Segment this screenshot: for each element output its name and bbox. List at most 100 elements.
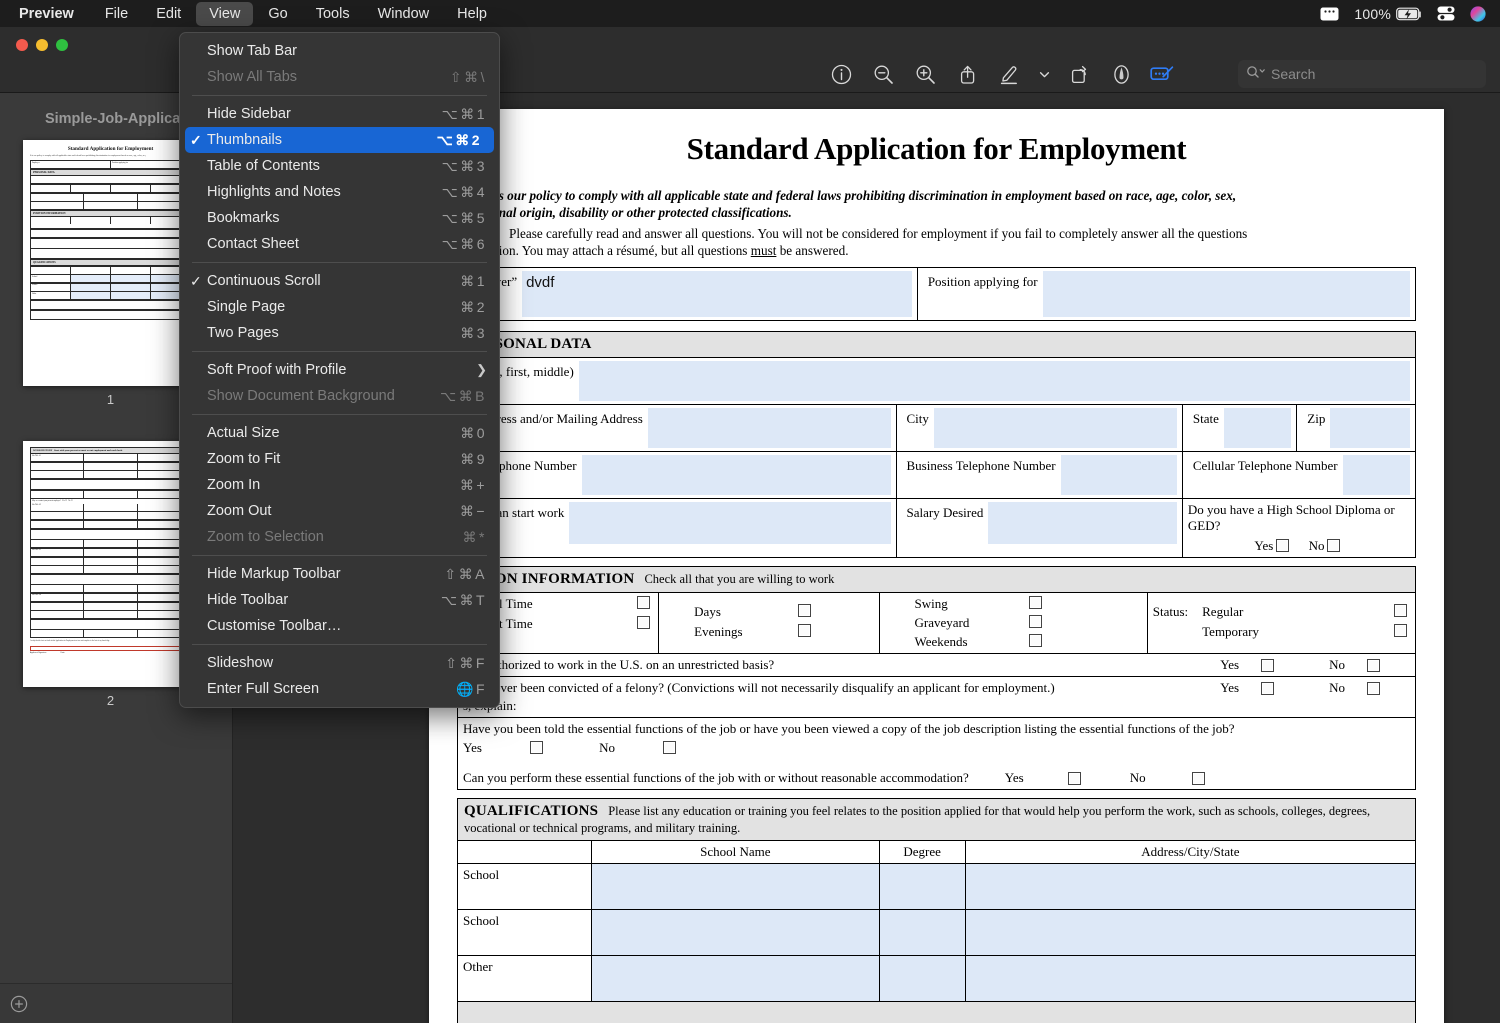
business-phone-field[interactable] (1061, 455, 1177, 495)
menu-item-hide-markup-toolbar[interactable]: Hide Markup Toolbar⇧⌘A (180, 561, 499, 587)
felony-no-checkbox[interactable] (1367, 682, 1380, 695)
menu-item-table-of-contents[interactable]: Table of Contents⌥⌘3 (180, 153, 499, 179)
menubar-item-edit[interactable]: Edit (143, 2, 194, 26)
city-field[interactable] (934, 408, 1177, 448)
employer-field[interactable]: dvdf (522, 271, 912, 317)
close-button[interactable] (16, 39, 28, 51)
qual-row-1-address[interactable] (965, 910, 1415, 956)
position-cell[interactable]: Position applying for (917, 268, 1415, 321)
chevron-down-icon[interactable] (1030, 58, 1058, 90)
days-checkbox[interactable] (798, 604, 811, 617)
menubar-item-file[interactable]: File (92, 2, 141, 26)
menu-item-show-tab-bar[interactable]: Show Tab Bar (180, 38, 499, 64)
salary-cell[interactable]: Salary Desired (896, 499, 1182, 558)
essential-q1-no-checkbox[interactable] (663, 741, 676, 754)
menu-item-customise-toolbar[interactable]: Customise Toolbar… (180, 613, 499, 639)
add-page-button[interactable] (6, 991, 32, 1017)
zip-cell[interactable]: Zip (1297, 405, 1416, 452)
state-field[interactable] (1224, 408, 1291, 448)
home-phone-field[interactable] (582, 455, 891, 495)
temporary-checkbox[interactable] (1394, 624, 1407, 637)
menu-item-slideshow[interactable]: Slideshow⇧⌘F (180, 650, 499, 676)
search-input[interactable]: Search (1238, 60, 1486, 88)
address-field[interactable] (648, 408, 891, 448)
thumbnail-item-1[interactable]: Standard Application for Employment It i… (23, 140, 198, 407)
thumbnail-page-2[interactable]: WORK HISTORY Start with your present or … (23, 441, 198, 687)
qual-row-0-address[interactable] (965, 864, 1415, 910)
control-center-icon[interactable] (1437, 6, 1455, 21)
markup-toolbar-icon[interactable] (1142, 58, 1184, 90)
diploma-yes-checkbox[interactable] (1276, 539, 1289, 552)
authorized-yes-checkbox[interactable] (1261, 659, 1274, 672)
name-field[interactable] (579, 361, 1410, 401)
evenings-checkbox[interactable] (798, 624, 811, 637)
menubar-item-window[interactable]: Window (365, 2, 443, 26)
qual-row-1-school-name[interactable] (592, 910, 879, 956)
qual-row-2-degree[interactable] (879, 956, 965, 1002)
menu-item-soft-proof-with-profile[interactable]: Soft Proof with Profile❯ (180, 357, 499, 383)
essential-q2-yes-checkbox[interactable] (1068, 772, 1081, 785)
authorized-no-checkbox[interactable] (1367, 659, 1380, 672)
position-field[interactable] (1043, 271, 1410, 317)
employer-cell[interactable]: mployer” dvdf (458, 268, 918, 321)
essential-q1-yes-checkbox[interactable] (530, 741, 543, 754)
cell-phone-field[interactable] (1343, 455, 1410, 495)
maximize-button[interactable] (56, 39, 68, 51)
menubar-item-go[interactable]: Go (255, 2, 300, 26)
menu-item-highlights-and-notes[interactable]: Highlights and Notes⌥⌘4 (180, 179, 499, 205)
siri-icon[interactable] (1470, 6, 1486, 22)
name-cell[interactable]: e (last, first, middle) (458, 358, 1416, 405)
menubar-item-view[interactable]: View (196, 2, 253, 26)
salary-field[interactable] (988, 502, 1176, 544)
annotate-icon[interactable] (1100, 58, 1142, 90)
graveyard-checkbox[interactable] (1029, 615, 1042, 628)
menu-item-continuous-scroll[interactable]: ✓Continuous Scroll⌘1 (180, 268, 499, 294)
menu-item-zoom-in[interactable]: Zoom In⌘+ (180, 472, 499, 498)
cell-phone-cell[interactable]: Cellular Telephone Number (1182, 452, 1415, 499)
qual-row-0-school-name[interactable] (592, 864, 879, 910)
thumbnail-page-1[interactable]: Standard Application for Employment It i… (23, 140, 198, 386)
regular-checkbox[interactable] (1394, 604, 1407, 617)
start-work-field[interactable] (569, 502, 890, 544)
battery-status[interactable]: 100% (1354, 6, 1422, 22)
menu-item-thumbnails[interactable]: ✓Thumbnails⌥⌘2 (185, 127, 494, 153)
info-icon[interactable] (820, 58, 862, 90)
zip-field[interactable] (1330, 408, 1410, 448)
start-work-cell[interactable]: you can start work (458, 499, 897, 558)
address-cell[interactable]: t Address and/or Mailing Address (458, 405, 897, 452)
essential-q2-no-checkbox[interactable] (1192, 772, 1205, 785)
thumbnail-item-2[interactable]: WORK HISTORY Start with your present or … (23, 441, 198, 708)
full-time-checkbox[interactable] (637, 596, 650, 609)
home-phone-cell[interactable]: e Telephone Number (458, 452, 897, 499)
qual-row-0-degree[interactable] (879, 864, 965, 910)
rotate-icon[interactable] (1058, 58, 1100, 90)
zoom-in-icon[interactable] (904, 58, 946, 90)
menu-item-hide-sidebar[interactable]: Hide Sidebar⌥⌘1 (180, 101, 499, 127)
menubar-item-tools[interactable]: Tools (303, 2, 363, 26)
part-time-checkbox[interactable] (637, 616, 650, 629)
business-phone-cell[interactable]: Business Telephone Number (896, 452, 1182, 499)
city-cell[interactable]: City (896, 405, 1182, 452)
menu-item-zoom-to-fit[interactable]: Zoom to Fit⌘9 (180, 446, 499, 472)
menu-item-bookmarks[interactable]: Bookmarks⌥⌘5 (180, 205, 499, 231)
qual-row-1-degree[interactable] (879, 910, 965, 956)
menu-item-actual-size[interactable]: Actual Size⌘0 (180, 420, 499, 446)
share-icon[interactable] (946, 58, 988, 90)
swing-checkbox[interactable] (1029, 596, 1042, 609)
menubar-item-help[interactable]: Help (444, 2, 500, 26)
diploma-no-checkbox[interactable] (1327, 539, 1340, 552)
menu-item-zoom-out[interactable]: Zoom Out⌘− (180, 498, 499, 524)
highlight-icon[interactable] (988, 58, 1030, 90)
menu-item-enter-full-screen[interactable]: Enter Full Screen🌐F (180, 676, 499, 702)
menu-item-two-pages[interactable]: Two Pages⌘3 (180, 320, 499, 346)
menu-item-single-page[interactable]: Single Page⌘2 (180, 294, 499, 320)
zoom-out-icon[interactable] (862, 58, 904, 90)
qual-row-2-address[interactable] (965, 956, 1415, 1002)
minimize-button[interactable] (36, 39, 48, 51)
qual-row-2-school-name[interactable] (592, 956, 879, 1002)
menu-item-hide-toolbar[interactable]: Hide Toolbar⌥⌘T (180, 587, 499, 613)
felony-yes-checkbox[interactable] (1261, 682, 1274, 695)
screen-mirroring-icon[interactable] (1320, 7, 1339, 21)
menu-item-contact-sheet[interactable]: Contact Sheet⌥⌘6 (180, 231, 499, 257)
weekends-checkbox[interactable] (1029, 634, 1042, 647)
